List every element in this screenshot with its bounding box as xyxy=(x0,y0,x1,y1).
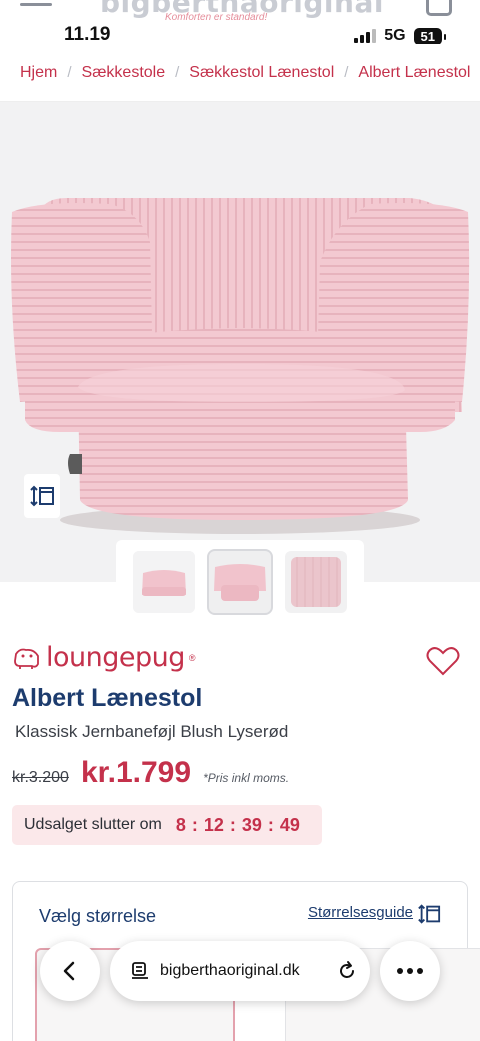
menu-icon[interactable] xyxy=(20,0,52,16)
resize-icon[interactable] xyxy=(417,902,441,926)
breadcrumb-separator: / xyxy=(344,64,349,81)
countdown-separator: : xyxy=(229,814,236,835)
countdown-timer: 8 : 12 : 39 : 49 xyxy=(176,815,300,836)
zoom-button[interactable] xyxy=(24,474,60,518)
brand-logo[interactable]: loungepug ® xyxy=(12,642,196,673)
resize-icon xyxy=(30,485,54,507)
thumbnail-chair-ottoman-image xyxy=(209,551,271,613)
breadcrumb-separator: / xyxy=(67,64,72,81)
size-guide-link[interactable]: Størrelsesguide xyxy=(308,904,413,921)
size-title: Vælg størrelse xyxy=(39,906,157,926)
more-button[interactable] xyxy=(380,941,440,1001)
thumbnail-chair-ottoman[interactable] xyxy=(207,549,273,615)
status-time: 11.19 xyxy=(64,24,111,44)
site-tagline: Komforten er standard! xyxy=(165,12,268,23)
reader-icon[interactable] xyxy=(130,961,150,981)
site-header: bigberthaoriginal Komforten er standard!… xyxy=(0,0,480,44)
breadcrumb: Hjem / Sækkestole / Sækkestol Lænestol /… xyxy=(0,44,480,102)
countdown-minutes: 39 xyxy=(241,814,262,835)
chevron-left-icon xyxy=(63,961,75,981)
thumbnail-fabric[interactable] xyxy=(285,551,347,613)
battery-icon: 51 xyxy=(413,27,447,44)
status-indicators: 5G 51 xyxy=(354,27,447,44)
countdown-seconds: 49 xyxy=(279,814,300,835)
product-image[interactable] xyxy=(0,102,480,582)
breadcrumb-category[interactable]: Sækkestole xyxy=(82,64,166,82)
brand-mark: ® xyxy=(188,652,196,663)
current-price: kr.1.799 xyxy=(80,756,192,789)
url-text[interactable]: bigberthaoriginal.dk xyxy=(160,962,330,980)
back-button[interactable] xyxy=(40,941,100,1001)
address-bar[interactable]: bigberthaoriginal.dk xyxy=(110,941,370,1001)
pug-icon xyxy=(14,648,39,669)
breadcrumb-separator: / xyxy=(175,64,180,81)
thumbnail-strip xyxy=(116,540,364,624)
price-note: *Pris inkl moms. xyxy=(203,771,290,785)
heart-icon[interactable] xyxy=(426,646,460,676)
more-icon xyxy=(397,968,423,974)
countdown-days: 8 xyxy=(175,814,186,835)
breadcrumb-home[interactable]: Hjem xyxy=(20,64,57,82)
price-row: kr.3.200 kr.1.799 *Pris inkl moms. xyxy=(12,756,289,790)
sale-label: Udsalget slutter om xyxy=(24,816,162,833)
network-label: 5G xyxy=(384,27,406,44)
sale-countdown: Udsalget slutter om 8 : 12 : 39 : 49 xyxy=(12,805,322,845)
countdown-hours: 12 xyxy=(203,814,224,835)
cart-icon[interactable] xyxy=(426,0,452,16)
brand-name: loungepug xyxy=(46,642,185,673)
product-title: Albert Lænestol xyxy=(12,684,203,712)
countdown-separator: : xyxy=(267,814,274,835)
armchair-illustration xyxy=(11,197,470,534)
thumbnail-fabric-image xyxy=(291,557,341,607)
browser-toolbar: bigberthaoriginal.dk xyxy=(0,938,480,1008)
breadcrumb-subcategory[interactable]: Sækkestol Lænestol xyxy=(189,64,334,82)
thumbnail-chair[interactable] xyxy=(133,551,195,613)
reload-icon[interactable] xyxy=(336,960,358,982)
signal-icon xyxy=(354,29,377,43)
breadcrumb-current[interactable]: Albert Lænestol xyxy=(358,64,470,82)
product-subtitle: Klassisk Jernbaneføjl Blush Lyserød xyxy=(15,722,289,741)
old-price: kr.3.200 xyxy=(12,769,69,786)
countdown-separator: : xyxy=(191,814,198,835)
thumbnail-chair-image xyxy=(133,551,195,613)
